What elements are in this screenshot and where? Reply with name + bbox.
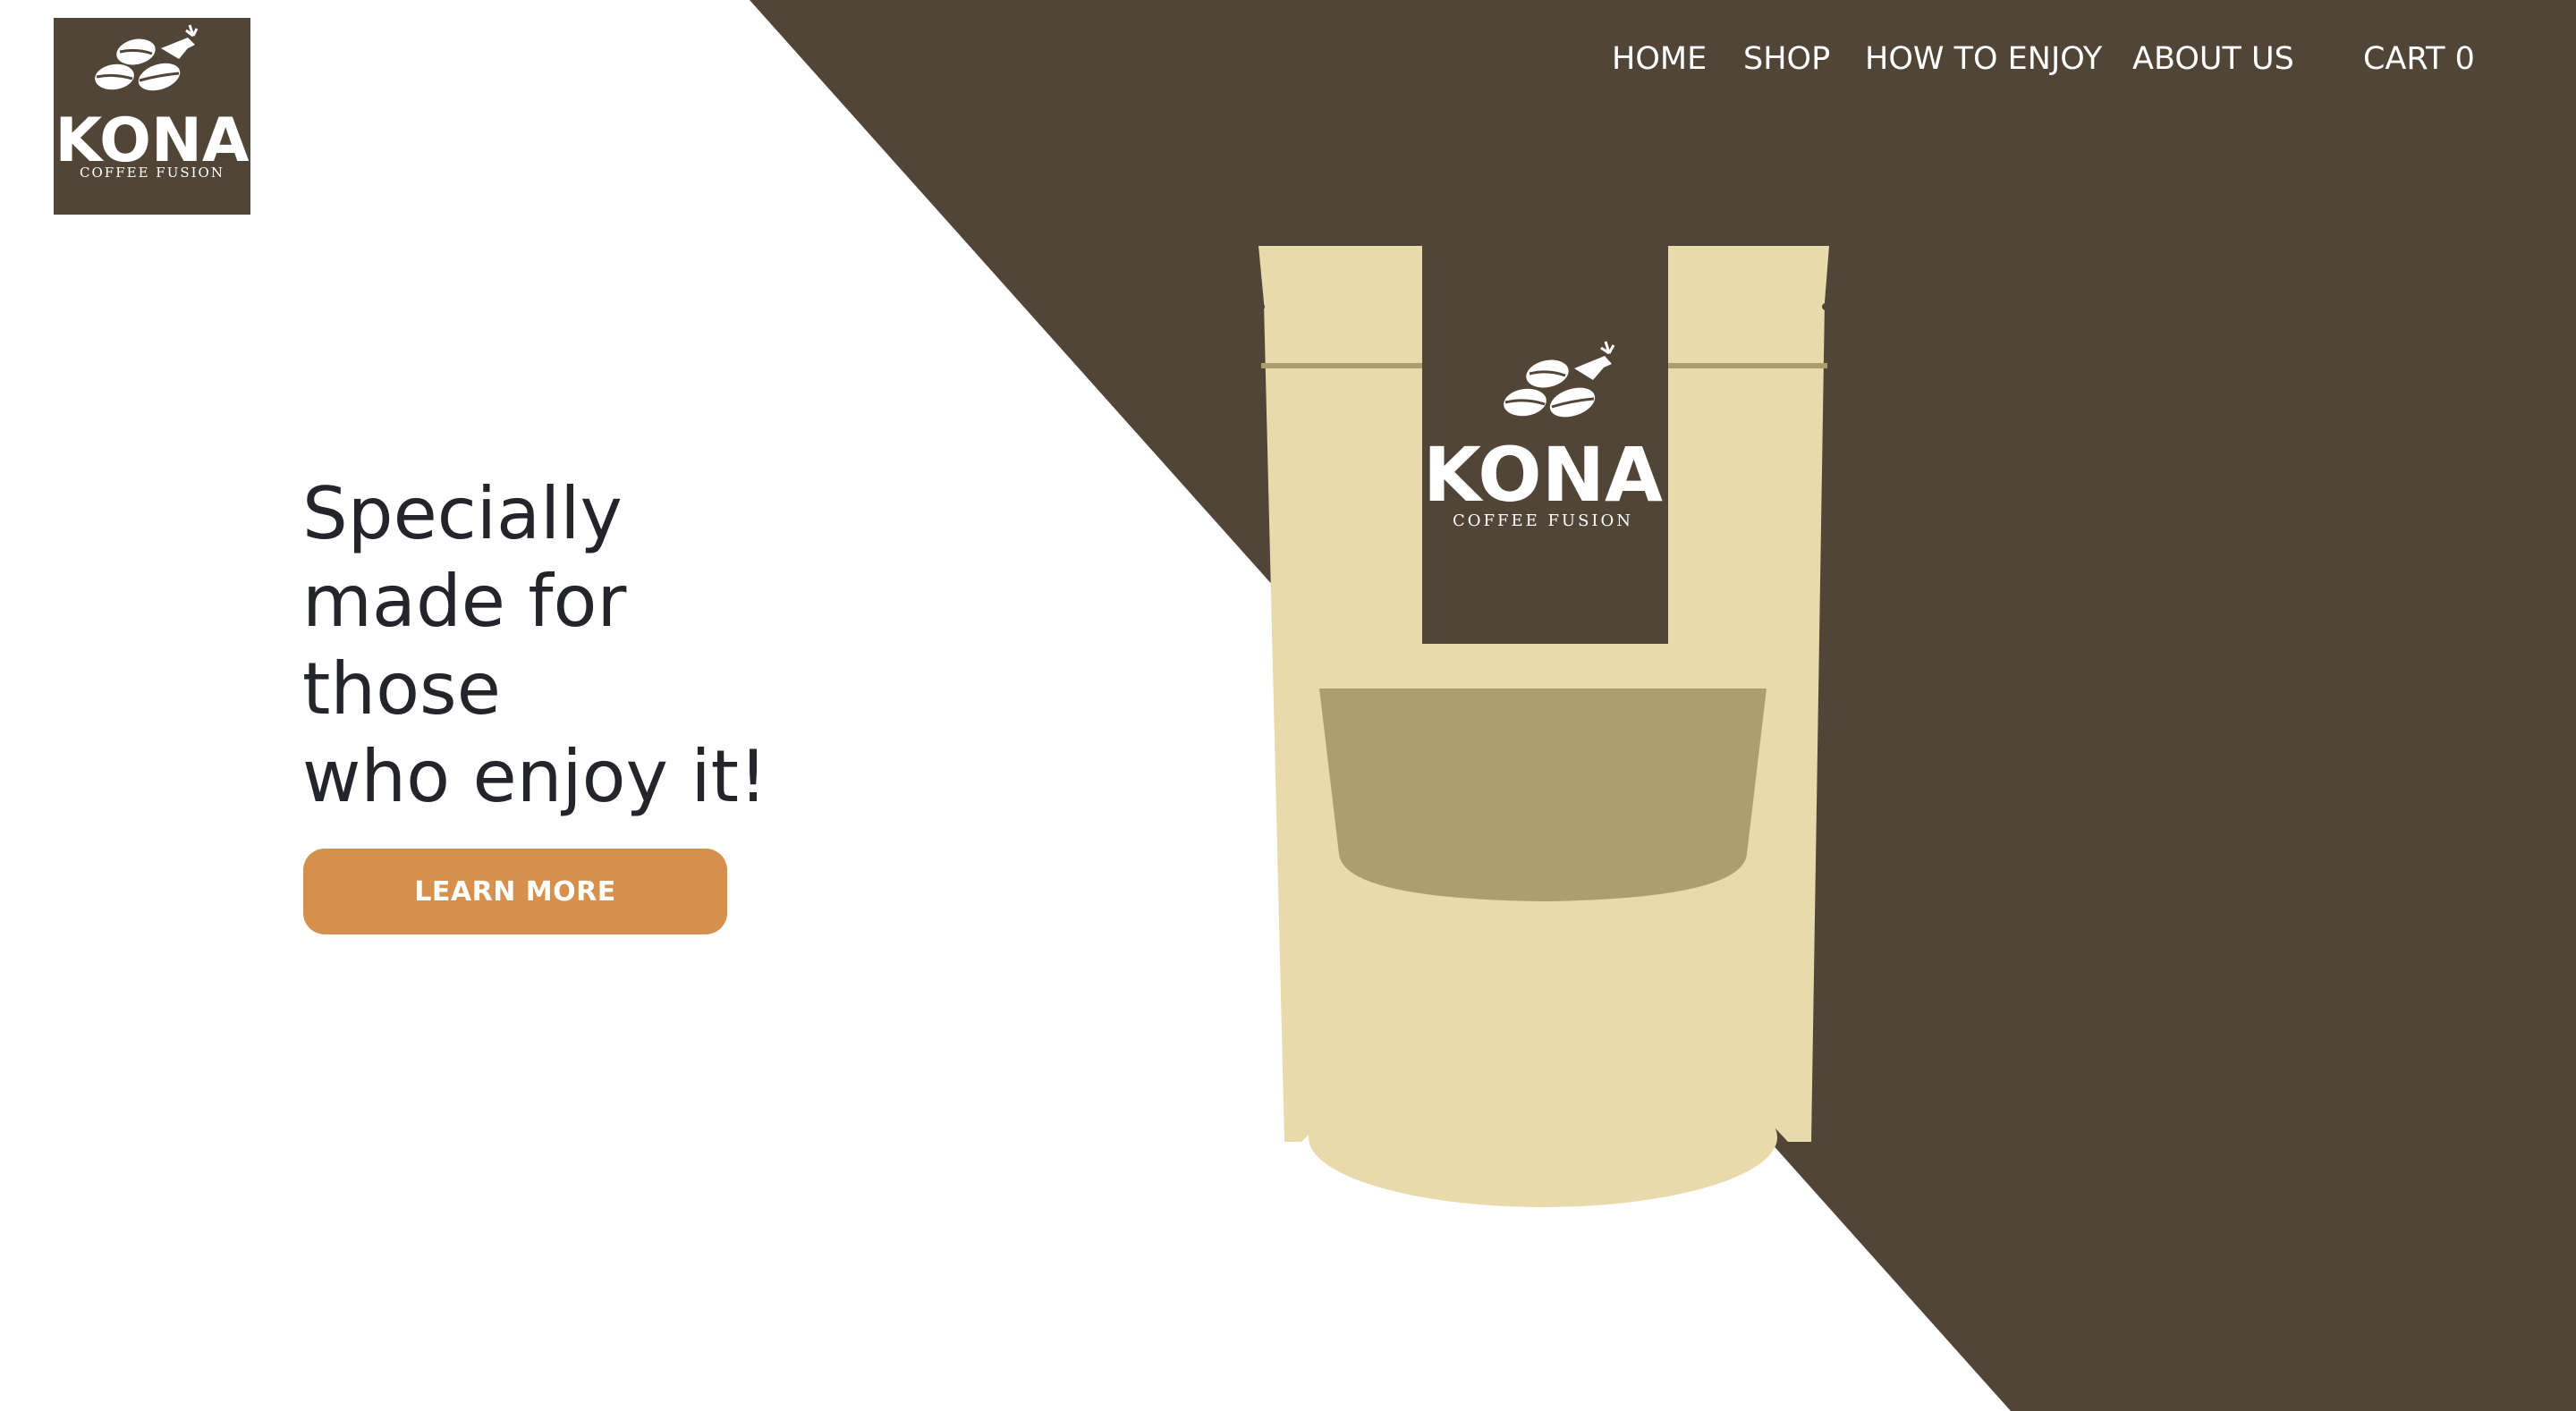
coffee-bag-illustration: KONA COFFEE FUSION xyxy=(1258,241,1829,1207)
nav-about-us-link[interactable]: ABOUT US xyxy=(2132,39,2294,79)
nav-shop-link[interactable]: SHOP xyxy=(1743,39,1830,79)
site-logo[interactable]: KONA COFFEE FUSION xyxy=(54,18,250,215)
headline-line-2: made for xyxy=(302,560,627,643)
bag-zip-seal-right xyxy=(1668,363,1827,368)
coffee-beans-bird-icon xyxy=(95,24,199,91)
logo-tagline: COFFEE FUSION xyxy=(80,165,225,181)
bag-window xyxy=(1319,689,1767,901)
hero-headline: Specially made for those who enjoy it! xyxy=(302,470,803,821)
nav-home-link[interactable]: HOME xyxy=(1612,39,1707,79)
bag-tagline: COFFEE FUSION xyxy=(1453,511,1633,530)
bag-zip-seal-left xyxy=(1261,363,1422,368)
headline-line-3: those xyxy=(302,647,501,731)
learn-more-button[interactable]: LEARN MORE xyxy=(303,849,727,934)
headline-line-1: Specially xyxy=(302,472,623,555)
cart-link[interactable]: CART 0 xyxy=(2363,39,2475,79)
nav-how-to-enjoy-link[interactable]: HOW TO ENJOY xyxy=(1865,39,2102,79)
bag-wordmark: KONA xyxy=(1423,431,1663,519)
headline-line-4: who enjoy it! xyxy=(302,735,768,818)
bag-notch-right xyxy=(1822,303,1829,310)
bag-notch-left xyxy=(1258,303,1265,310)
logo-mark: KONA COFFEE FUSION xyxy=(55,24,250,181)
